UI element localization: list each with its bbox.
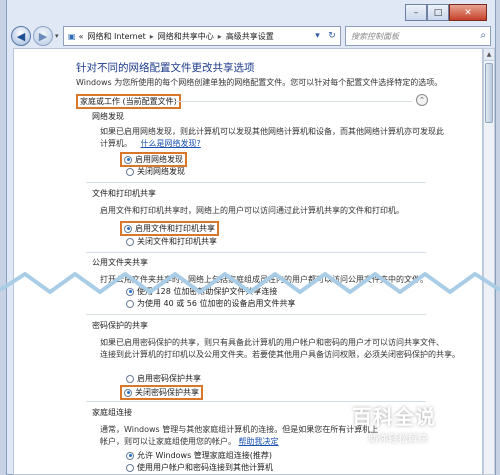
radio-selected-icon	[124, 388, 132, 397]
radio-empty-icon	[126, 374, 134, 383]
homegroup-text-2: 帐户，则可以让家庭组使用您的帐户。 帮助我决定	[100, 436, 279, 448]
enable-discovery-radio[interactable]: 启用网络发现	[120, 152, 187, 167]
option-label: 启用密码保护共享	[137, 374, 201, 383]
group-divider	[174, 101, 412, 102]
option-label: 启用网络发现	[135, 155, 183, 164]
section-divider	[86, 182, 426, 183]
password-text: 如果已启用密码保护的共享，则只有具备此计算机的用户帐户和密码的用户才可以访问共享…	[100, 338, 444, 347]
help-me-decide-link[interactable]: 帮助我决定	[239, 437, 279, 446]
search-input[interactable]: 搜索控制面板 ⌕	[345, 26, 491, 46]
file-printer-heading: 文件和打印机共享	[92, 189, 156, 198]
recent-pages-dropdown-icon[interactable]: ▾	[55, 32, 59, 40]
enable-password-radio[interactable]: 启用密码保护共享	[126, 373, 201, 384]
watermark-logo-text: 百科全说	[352, 405, 436, 429]
discovery-text: 如果已启用网络发现，则此计算机可以发现其他网络计算机和设备，而其他网络计算机亦可…	[100, 127, 444, 136]
search-placeholder: 搜索控制面板	[351, 31, 399, 41]
file-printer-text: 启用文件和打印机共享时，网络上的用户可以访问通过此计算机共享的文件和打印机。	[100, 206, 404, 215]
profile-group-label: 家庭或工作 (当前配置文件)	[76, 94, 181, 109]
section-divider	[86, 252, 426, 253]
enable-file-sharing-radio[interactable]: 启用文件和打印机共享	[120, 221, 219, 236]
refresh-icon[interactable]: ↻	[328, 31, 336, 41]
forward-arrow-icon: ▶	[38, 29, 48, 43]
page-title: 针对不同的网络配置文件更改共享选项	[76, 62, 255, 74]
option-label: 关闭密码保护共享	[135, 388, 199, 397]
watermark-slogan: 助你轻松解决	[368, 434, 428, 445]
scroll-up-arrow-icon[interactable]: ▲	[484, 49, 494, 61]
password-heading: 密码保护的共享	[92, 321, 148, 330]
caption-buttons: – □ ✕	[405, 4, 487, 22]
disable-password-radio[interactable]: 关闭密码保护共享	[120, 385, 203, 400]
search-icon[interactable]: ⌕	[480, 30, 486, 41]
use-accounts-radio[interactable]: 使用用户帐户和密码连接到其他计算机	[126, 462, 273, 473]
page-description: Windows 为您所使用的每个网络创建单独的网络配置文件。您可以针对每个配置文…	[76, 78, 443, 87]
navigation-bar: ◀ ▶ ▾ ▣ « 网络和 Internet ▸ 网络和共享中心 ▸ 高级共享设…	[7, 24, 495, 48]
discovery-heading: 网络发现	[92, 112, 124, 121]
breadcrumb-overflow[interactable]: «	[79, 32, 84, 41]
breadcrumb-network-internet[interactable]: 网络和 Internet	[87, 31, 145, 42]
scroll-thumb[interactable]	[485, 63, 493, 123]
option-label: 关闭网络发现	[137, 167, 185, 176]
what-is-network-discovery-link[interactable]: 什么是网络发现?	[141, 139, 201, 148]
password-text-2: 连接到此计算机的打印机以及公用文件夹。若要使其他用户具备访问权限，必须关闭密码保…	[100, 350, 460, 359]
radio-empty-icon	[126, 237, 134, 246]
back-button[interactable]: ◀	[11, 26, 31, 46]
breadcrumb-separator-icon[interactable]: ▸	[150, 32, 154, 41]
collapse-chevron-icon[interactable]: ⌃	[416, 94, 428, 106]
option-label: 关闭文件和打印机共享	[137, 237, 217, 246]
homegroup-heading: 家庭组连接	[92, 408, 132, 417]
forward-button[interactable]: ▶	[33, 26, 53, 46]
windows-manage-homegroup-radio[interactable]: 允许 Windows 管理家庭组连接(推荐)	[126, 450, 272, 461]
homegroup-text: 通常，Windows 管理与其他家庭组计算机的连接。但是如果您在所有计算机上	[100, 425, 379, 434]
radio-selected-icon	[126, 451, 134, 460]
disable-file-sharing-radio[interactable]: 关闭文件和打印机共享	[126, 236, 217, 247]
breadcrumb-network-sharing-center[interactable]: 网络和共享中心	[158, 31, 214, 42]
option-label: 使用用户帐户和密码连接到其他计算机	[137, 463, 273, 472]
maximize-button[interactable]: □	[427, 4, 449, 21]
address-bar[interactable]: ▣ « 网络和 Internet ▸ 网络和共享中心 ▸ 高级共享设置	[63, 26, 333, 46]
control-panel-icon: ▣	[68, 31, 76, 41]
radio-empty-icon	[126, 463, 134, 472]
option-label: 启用文件和打印机共享	[135, 224, 215, 233]
breadcrumb-separator-icon[interactable]: ▸	[218, 32, 222, 41]
homegroup-text-tail: 帐户，则可以让家庭组使用您的帐户。	[100, 437, 236, 446]
discovery-text-2: 计算机。 什么是网络发现?	[100, 138, 201, 150]
option-label: 允许 Windows 管理家庭组连接(推荐)	[137, 451, 273, 460]
breadcrumb-advanced-sharing[interactable]: 高级共享设置	[226, 31, 274, 42]
radio-selected-icon	[124, 224, 132, 233]
address-dropdown-icon[interactable]: ▾	[315, 31, 320, 41]
back-arrow-icon: ◀	[16, 29, 26, 43]
radio-empty-icon	[126, 167, 134, 176]
discovery-text-tail: 计算机。	[100, 139, 132, 148]
radio-selected-icon	[124, 155, 132, 164]
minimize-button[interactable]: –	[405, 4, 427, 21]
section-divider	[86, 314, 426, 315]
address-actions: ▾ ↻	[311, 26, 341, 46]
torn-edge-decoration	[0, 272, 500, 294]
close-button[interactable]: ✕	[449, 4, 487, 21]
disable-discovery-radio[interactable]: 关闭网络发现	[126, 166, 185, 177]
